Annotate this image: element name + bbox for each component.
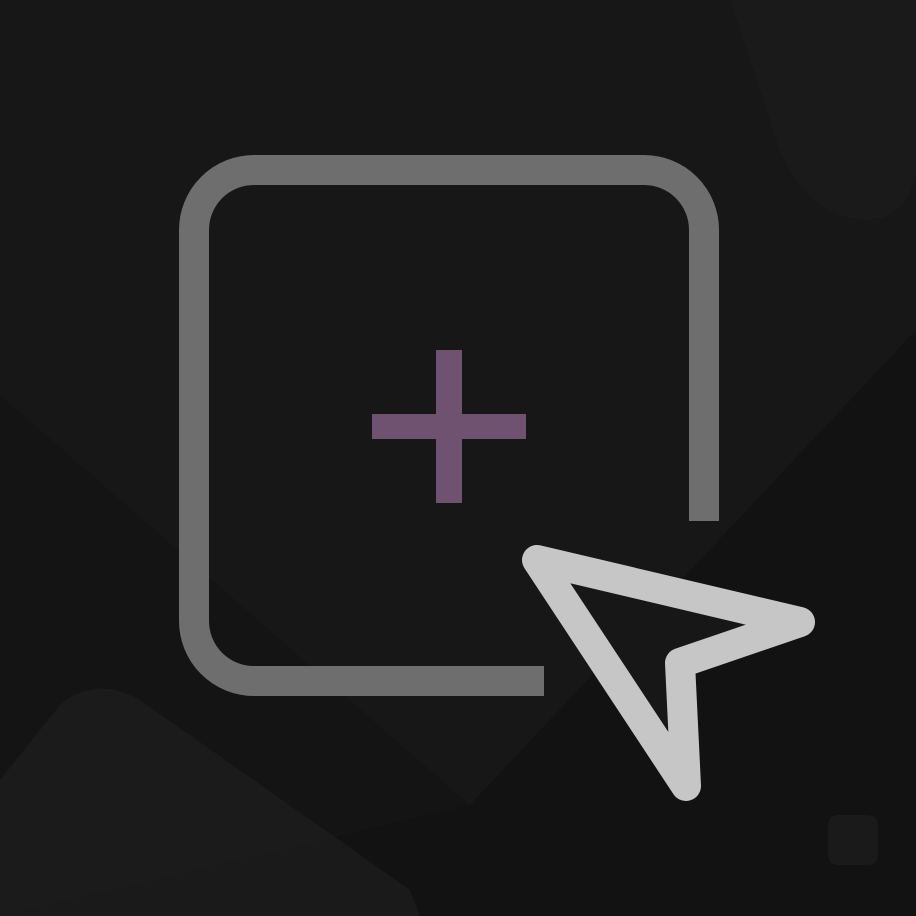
plus-horizontal-bar — [372, 414, 526, 439]
icon-canvas — [0, 0, 916, 916]
add-selection-illustration — [0, 0, 916, 916]
background-light-dot — [828, 815, 878, 865]
